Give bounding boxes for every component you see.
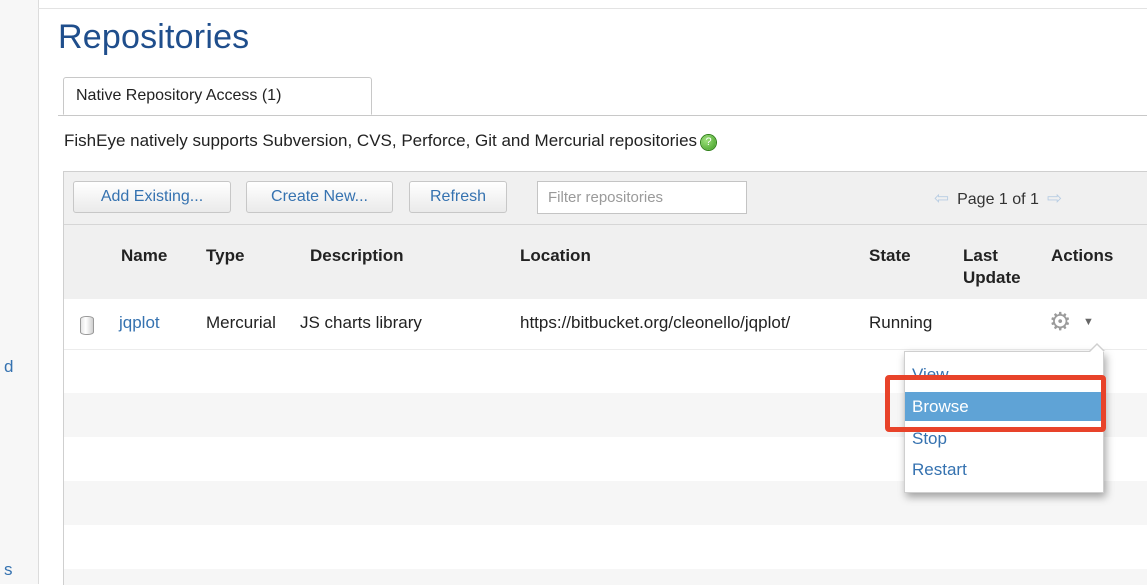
- pagination: ⇦ Page 1 of 1 ⇨: [926, 188, 1070, 209]
- top-divider: [38, 8, 1147, 9]
- chevron-down-icon[interactable]: ▼: [1083, 316, 1094, 328]
- col-actions: Actions: [1051, 246, 1114, 265]
- page-title: Repositories: [58, 18, 250, 56]
- sidebar-fragment-2[interactable]: s: [4, 560, 13, 580]
- col-last-update-line2: Update: [963, 268, 1021, 287]
- add-existing-button[interactable]: Add Existing...: [73, 181, 231, 213]
- col-location[interactable]: Location: [520, 245, 591, 267]
- col-type[interactable]: Type: [206, 245, 244, 267]
- menu-item-restart[interactable]: Restart: [905, 455, 1103, 484]
- filter-repositories-input[interactable]: [537, 181, 747, 214]
- table-row: jqplot Mercurial JS charts library https…: [64, 299, 1147, 350]
- col-name[interactable]: Name: [121, 245, 167, 267]
- repo-location-cell: https://bitbucket.org/cleonello/jqplot/: [520, 313, 791, 332]
- repo-name-cell: jqplot: [119, 313, 160, 333]
- next-page-icon[interactable]: ⇨: [1047, 188, 1062, 208]
- repo-name-link[interactable]: jqplot: [119, 313, 160, 332]
- create-new-button[interactable]: Create New...: [246, 181, 393, 213]
- table-header: Name Type Description Location State Las…: [64, 225, 1147, 300]
- repository-icon: [80, 316, 94, 335]
- col-last-update-line1: Last: [963, 246, 998, 265]
- page-indicator: Page 1 of 1: [957, 191, 1039, 208]
- sidebar-fragment-1[interactable]: d: [4, 357, 13, 377]
- toolbar: Add Existing... Create New... Refresh ⇦ P…: [64, 172, 1147, 225]
- highlight-annotation: [885, 375, 1106, 432]
- col-state[interactable]: State: [869, 245, 911, 267]
- refresh-button[interactable]: Refresh: [409, 181, 507, 213]
- prev-page-icon[interactable]: ⇦: [934, 188, 949, 208]
- help-icon[interactable]: ?: [701, 135, 717, 150]
- tab-divider: [58, 115, 1147, 116]
- repo-state-cell: Running: [869, 313, 933, 332]
- col-last-update[interactable]: Last Update: [963, 245, 1021, 289]
- repo-type-cell: Mercurial: [206, 313, 276, 332]
- intro-label: FishEye natively supports Subversion, CV…: [64, 131, 698, 150]
- col-description[interactable]: Description: [310, 245, 404, 267]
- gear-icon[interactable]: ⚙: [1049, 307, 1071, 337]
- empty-row: [64, 569, 1147, 585]
- tab-native-repository-access[interactable]: Native Repository Access (1): [63, 77, 372, 115]
- left-sidebar: d s: [0, 0, 39, 584]
- repo-description-cell: JS charts library: [300, 313, 422, 332]
- intro-text: FishEye natively supports Subversion, CV…: [64, 131, 717, 151]
